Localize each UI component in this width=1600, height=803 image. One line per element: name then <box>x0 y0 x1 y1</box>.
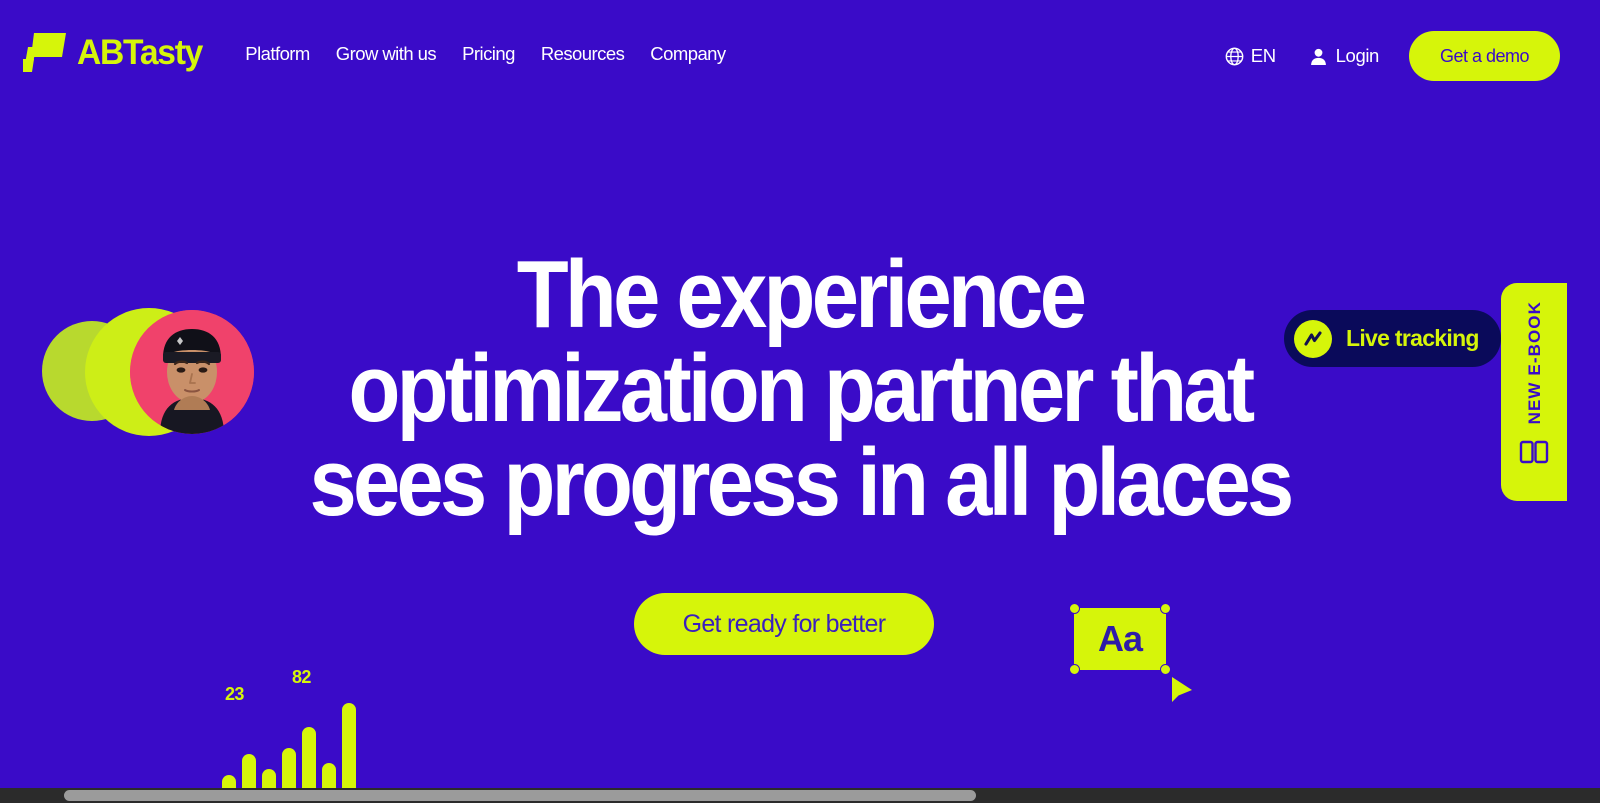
get-ready-for-better-button[interactable]: Get ready for better <box>634 593 934 655</box>
resize-handle-bottom-right[interactable] <box>1160 664 1171 675</box>
abtasty-flag-logo-icon <box>23 33 66 72</box>
globe-icon <box>1225 47 1244 65</box>
scrollbar-thumb[interactable] <box>64 790 976 801</box>
header-actions: EN Login Get a demo <box>1225 28 1560 84</box>
trending-line-icon <box>1294 319 1332 358</box>
user-icon <box>1310 48 1326 65</box>
language-label: EN <box>1250 45 1276 66</box>
nav-item-company[interactable]: Company <box>650 44 726 64</box>
login-label: Login <box>1335 45 1380 66</box>
live-tracking-label: Live tracking <box>1346 325 1479 351</box>
language-selector[interactable]: EN <box>1225 45 1276 67</box>
get-a-demo-button[interactable]: Get a demo <box>1408 31 1560 81</box>
nav-item-resources[interactable]: Resources <box>541 44 625 64</box>
site-header: ABTasty Platform Grow with us Pricing Re… <box>0 0 1600 110</box>
login-link[interactable]: Login <box>1309 45 1379 67</box>
main-navigation: Platform Grow with us Pricing Resources … <box>245 30 726 78</box>
nav-item-pricing[interactable]: Pricing <box>462 44 515 64</box>
text-style-label: Aa <box>1097 618 1143 659</box>
text-style-box: Aa <box>1074 608 1166 670</box>
cursor-arrow-icon <box>1172 677 1192 702</box>
mini-bar-chart: 23 82 <box>222 655 362 803</box>
resize-handle-top-left[interactable] <box>1069 603 1080 614</box>
resize-handle-top-right[interactable] <box>1160 603 1171 614</box>
nav-item-platform[interactable]: Platform <box>245 44 310 64</box>
book-icon <box>1519 441 1549 464</box>
resize-handle-bottom-left[interactable] <box>1069 664 1080 675</box>
hero-headline: The experience optimization partner that… <box>92 247 1508 536</box>
hero-headline-line-3: sees progress in all places <box>309 429 1294 536</box>
horizontal-scrollbar[interactable] <box>0 788 1600 803</box>
text-style-widget[interactable]: Aa <box>1069 603 1171 675</box>
live-tracking-badge[interactable]: Live tracking <box>1284 310 1501 367</box>
nav-item-grow-with-us[interactable]: Grow with us <box>336 44 437 64</box>
brand-logo[interactable]: ABTasty <box>22 28 207 76</box>
bar-series <box>222 693 362 803</box>
brand-name: ABTasty <box>77 32 203 72</box>
new-ebook-label: NEW E-BOOK <box>1524 301 1544 425</box>
new-ebook-tab[interactable]: NEW E-BOOK <box>1501 283 1567 501</box>
bar-value-label-82: 82 <box>292 667 311 687</box>
